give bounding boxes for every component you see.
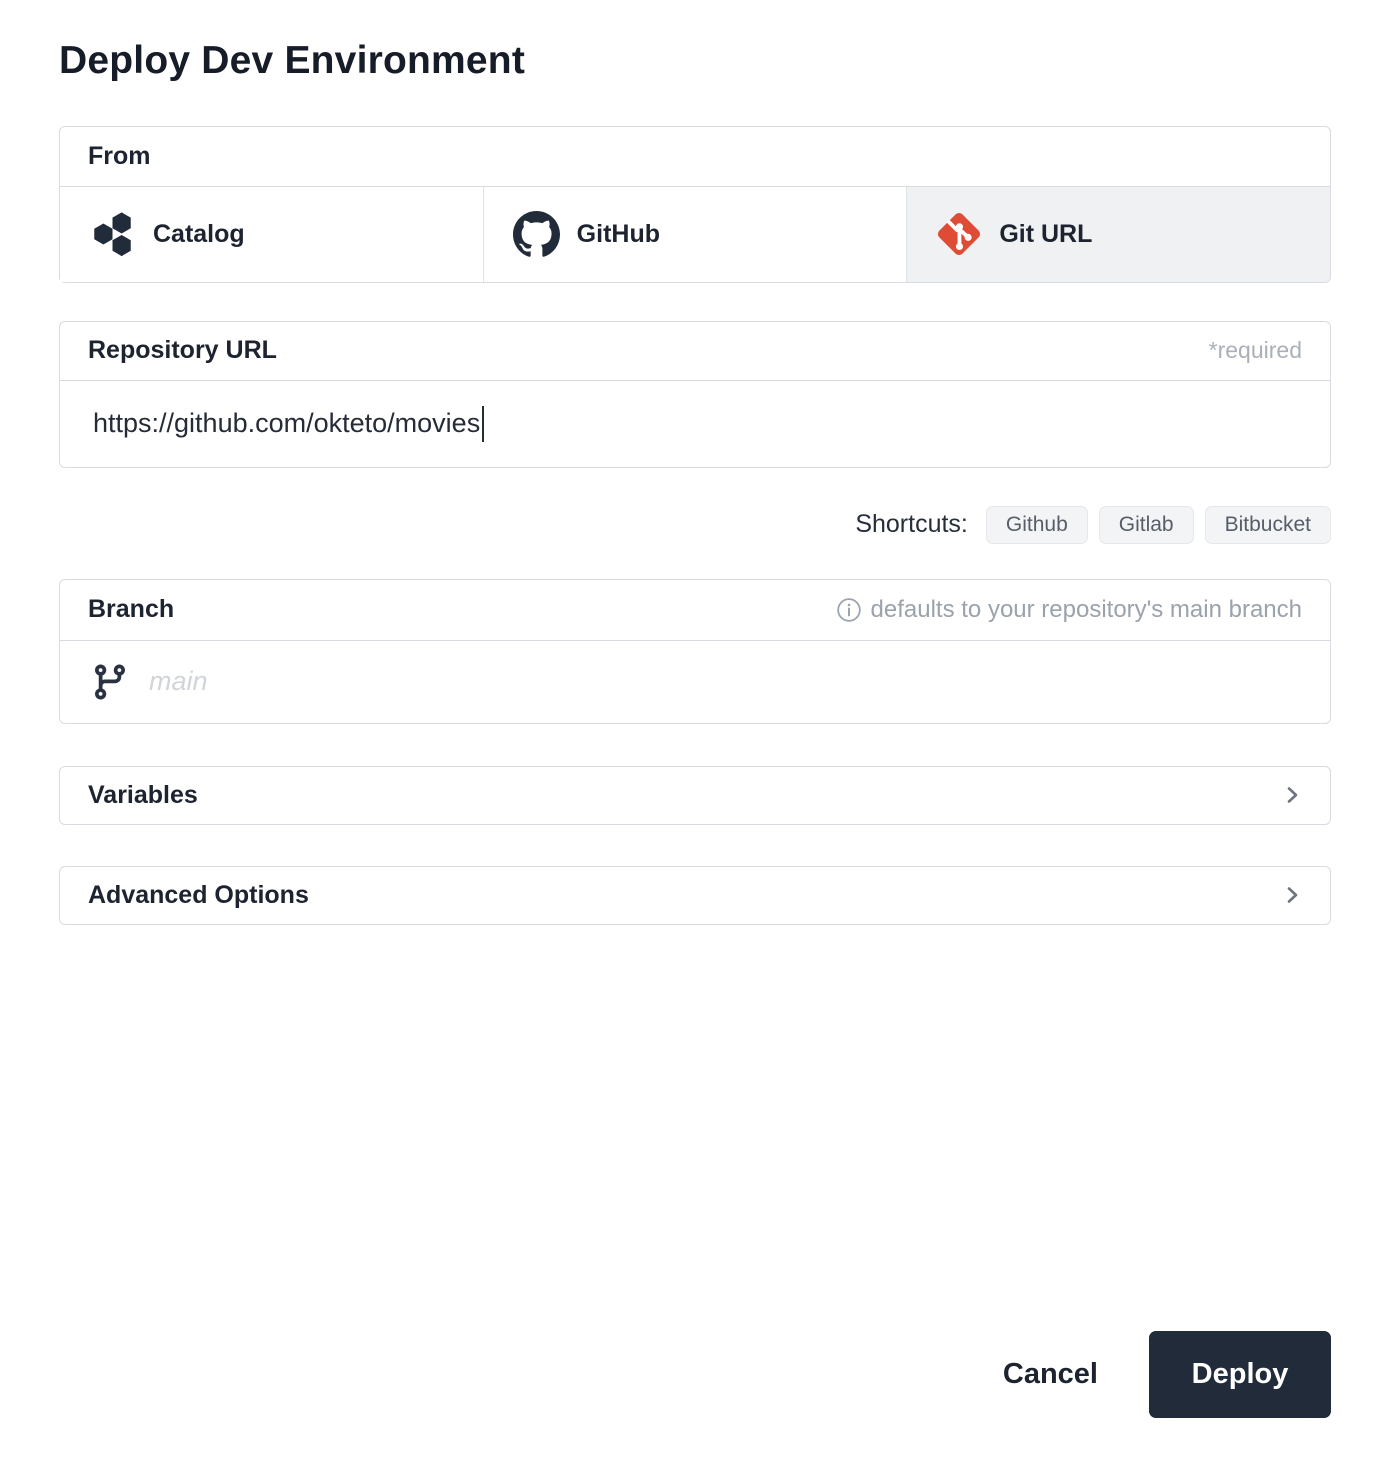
github-octocat-icon xyxy=(513,211,560,258)
cancel-button[interactable]: Cancel xyxy=(1003,1358,1098,1391)
repository-url-value: https://github.com/okteto/movies xyxy=(93,408,480,439)
from-section-header: From xyxy=(60,127,1330,187)
tab-catalog[interactable]: Catalog xyxy=(60,187,484,282)
git-logo-icon xyxy=(936,211,982,257)
footer-actions: Cancel Deploy xyxy=(59,1331,1331,1418)
shortcuts-label: Shortcuts: xyxy=(855,510,968,539)
tab-git-url[interactable]: Git URL xyxy=(907,187,1330,282)
tab-catalog-label: Catalog xyxy=(153,220,245,249)
branch-hint: defaults to your repository's main branc… xyxy=(836,596,1302,624)
deploy-dialog: Deploy Dev Environment From Catalog xyxy=(0,38,1390,1418)
tab-github[interactable]: GitHub xyxy=(484,187,908,282)
from-label: From xyxy=(88,142,151,171)
repository-url-input[interactable]: https://github.com/okteto/movies xyxy=(60,381,1330,467)
branch-input[interactable]: main xyxy=(60,641,1330,723)
tab-git-url-label: Git URL xyxy=(999,220,1092,249)
branch-label: Branch xyxy=(88,595,174,624)
branch-placeholder: main xyxy=(149,666,208,697)
tab-github-label: GitHub xyxy=(577,220,660,249)
shortcut-bitbucket-button[interactable]: Bitbucket xyxy=(1205,506,1331,544)
shortcut-gitlab-button[interactable]: Gitlab xyxy=(1099,506,1194,544)
advanced-options-label: Advanced Options xyxy=(88,881,309,910)
catalog-hexagons-icon xyxy=(89,210,136,258)
repository-url-section: Repository URL *required https://github.… xyxy=(59,321,1331,468)
variables-label: Variables xyxy=(88,781,198,810)
repository-url-label: Repository URL xyxy=(88,336,277,365)
branch-section: Branch defaults to your repository's mai… xyxy=(59,579,1331,724)
branch-hint-text: defaults to your repository's main branc… xyxy=(871,596,1302,624)
branch-header: Branch defaults to your repository's mai… xyxy=(60,580,1330,641)
shortcuts-row: Shortcuts: Github Gitlab Bitbucket xyxy=(59,506,1331,544)
required-hint: *required xyxy=(1209,337,1302,364)
text-caret xyxy=(482,406,484,442)
from-section: From Catalog GitHub xyxy=(59,126,1331,283)
page-title: Deploy Dev Environment xyxy=(59,38,1331,85)
info-icon xyxy=(836,597,862,623)
repository-url-header: Repository URL *required xyxy=(60,322,1330,381)
advanced-options-section[interactable]: Advanced Options xyxy=(59,866,1331,925)
deploy-button[interactable]: Deploy xyxy=(1149,1331,1331,1418)
git-branch-icon xyxy=(90,660,130,704)
chevron-right-icon xyxy=(1280,783,1304,807)
shortcut-github-button[interactable]: Github xyxy=(986,506,1088,544)
chevron-right-icon xyxy=(1280,883,1304,907)
variables-section[interactable]: Variables xyxy=(59,766,1331,825)
source-tabs: Catalog GitHub xyxy=(60,187,1330,282)
